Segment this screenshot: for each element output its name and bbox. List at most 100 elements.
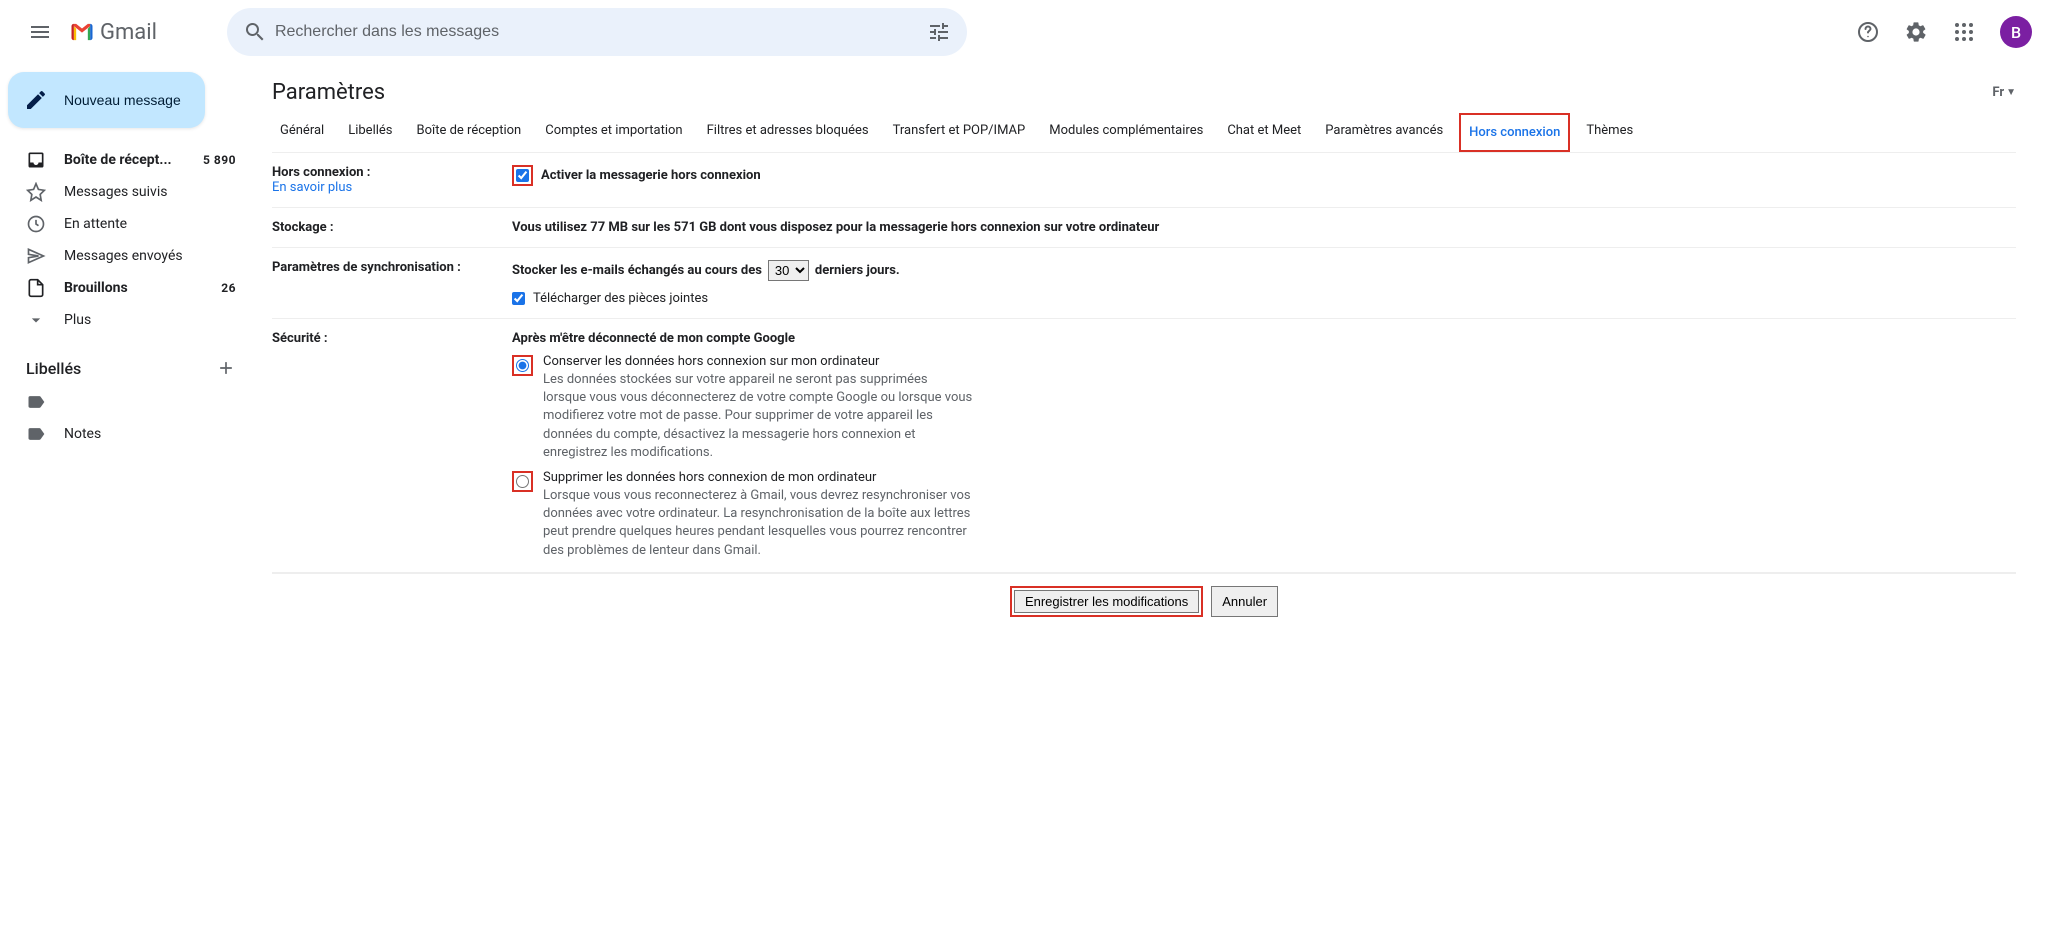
gear-icon — [1904, 20, 1928, 44]
search-bar — [227, 8, 967, 56]
delete-data-radio[interactable] — [516, 475, 529, 488]
sidebar-item-star[interactable]: Messages suivis — [0, 176, 248, 208]
tab-filtres-et-adresses-bloqu-es[interactable]: Filtres et adresses bloquées — [699, 113, 877, 152]
tab-transfert-et-pop-imap[interactable]: Transfert et POP/IMAP — [885, 113, 1034, 152]
highlight-box — [512, 165, 533, 186]
sidebar-item-label: Brouillons — [64, 280, 221, 296]
section-offline: Hors connexion : En savoir plus Activer … — [272, 153, 2016, 208]
locale-label: Fr — [1992, 85, 2004, 100]
main-content: Paramètres Fr ▼ GénéralLibellésBoîte de … — [256, 64, 2048, 641]
label-item[interactable] — [0, 386, 248, 418]
tab-g-n-ral[interactable]: Général — [272, 113, 332, 152]
inbox-icon — [26, 150, 46, 170]
locale-selector[interactable]: Fr ▼ — [1992, 85, 2016, 100]
page-title: Paramètres — [272, 80, 385, 105]
star-icon — [26, 182, 46, 202]
sync-label: Paramètres de synchronisation : — [272, 260, 512, 306]
download-attachments-label: Télécharger des pièces jointes — [533, 291, 708, 306]
sidebar-item-file[interactable]: Brouillons26 — [0, 272, 248, 304]
compose-label: Nouveau message — [64, 92, 181, 108]
tab-hors-connexion[interactable]: Hors connexion — [1459, 113, 1570, 152]
gmail-icon — [68, 18, 96, 46]
sidebar-item-clock[interactable]: En attente — [0, 208, 248, 240]
search-options-button[interactable] — [919, 12, 959, 52]
section-sync: Paramètres de synchronisation : Stocker … — [272, 248, 2016, 319]
search-input[interactable] — [275, 23, 919, 41]
button-row: Enregistrer les modifications Annuler — [272, 573, 2016, 641]
plus-icon — [216, 358, 236, 378]
tab-comptes-et-importation[interactable]: Comptes et importation — [537, 113, 690, 152]
pencil-icon — [24, 88, 48, 112]
sidebar-item-label: Plus — [64, 312, 236, 328]
sync-pre-text: Stocker les e-mails échangés au cours de… — [512, 263, 762, 278]
sync-days-select[interactable]: 30 — [768, 260, 809, 281]
sidebar: Nouveau message Boîte de récept...5 890 M… — [0, 64, 256, 641]
menu-icon — [28, 20, 52, 44]
sidebar-item-label: En attente — [64, 216, 236, 232]
security-heading: Après m'être déconnecté de mon compte Go… — [512, 331, 2016, 346]
header-actions: B — [1848, 12, 2032, 52]
caret-down-icon: ▼ — [2006, 87, 2016, 98]
tab-chat-et-meet[interactable]: Chat et Meet — [1219, 113, 1309, 152]
offline-label: Hors connexion : — [272, 165, 370, 180]
chevron-down-icon — [26, 310, 46, 330]
cancel-button[interactable]: Annuler — [1211, 586, 1278, 617]
keep-data-desc: Les données stockées sur votre appareil … — [543, 371, 973, 462]
label-item[interactable]: Notes — [0, 418, 248, 450]
highlight-box — [512, 471, 533, 492]
sidebar-item-send[interactable]: Messages envoyés — [0, 240, 248, 272]
search-button[interactable] — [235, 12, 275, 52]
save-button[interactable]: Enregistrer les modifications — [1014, 590, 1199, 613]
sidebar-item-chevron-down[interactable]: Plus — [0, 304, 248, 336]
sync-post-text: derniers jours. — [815, 263, 900, 278]
sidebar-item-count: 26 — [221, 281, 236, 295]
tab-th-mes[interactable]: Thèmes — [1578, 113, 1641, 152]
highlight-box — [512, 355, 533, 376]
download-attachments-checkbox[interactable] — [512, 292, 525, 305]
labels-heading: Libellés — [26, 359, 81, 378]
storage-label: Stockage : — [272, 220, 512, 235]
settings-button[interactable] — [1896, 12, 1936, 52]
label-item-text: Notes — [64, 426, 236, 442]
gmail-text: Gmail — [100, 20, 157, 45]
settings-tabs: GénéralLibellésBoîte de réceptionComptes… — [272, 113, 2016, 153]
enable-offline-checkbox[interactable] — [516, 169, 529, 182]
delete-data-title: Supprimer les données hors connexion de … — [543, 470, 973, 485]
apps-icon — [1952, 20, 1976, 44]
account-avatar[interactable]: B — [2000, 16, 2032, 48]
keep-data-title: Conserver les données hors connexion sur… — [543, 354, 973, 369]
help-icon — [1856, 20, 1880, 44]
learn-more-link[interactable]: En savoir plus — [272, 180, 352, 195]
send-icon — [26, 246, 46, 266]
section-security: Sécurité : Après m'être déconnecté de mo… — [272, 319, 2016, 573]
tab-modules-compl-mentaires[interactable]: Modules complémentaires — [1041, 113, 1211, 152]
tab-param-tres-avanc-s[interactable]: Paramètres avancés — [1317, 113, 1451, 152]
support-button[interactable] — [1848, 12, 1888, 52]
sidebar-item-label: Messages envoyés — [64, 248, 236, 264]
delete-data-desc: Lorsque vous vous reconnecterez à Gmail,… — [543, 487, 973, 560]
label-icon — [26, 392, 46, 412]
tune-icon — [927, 20, 951, 44]
tab-libell-s[interactable]: Libellés — [340, 113, 400, 152]
section-storage: Stockage : Vous utilisez 77 MB sur les 5… — [272, 208, 2016, 248]
enable-offline-label: Activer la messagerie hors connexion — [541, 168, 761, 183]
sidebar-item-count: 5 890 — [203, 153, 236, 167]
sidebar-item-inbox[interactable]: Boîte de récept...5 890 — [0, 144, 248, 176]
security-label: Sécurité : — [272, 331, 512, 560]
highlight-box: Enregistrer les modifications — [1010, 586, 1203, 617]
label-icon — [26, 424, 46, 444]
clock-icon — [26, 214, 46, 234]
app-header: Gmail B — [0, 0, 2048, 64]
main-menu-button[interactable] — [16, 8, 64, 56]
sidebar-item-label: Boîte de récept... — [64, 152, 203, 168]
add-label-button[interactable] — [212, 354, 240, 382]
compose-button[interactable]: Nouveau message — [8, 72, 205, 128]
storage-text: Vous utilisez 77 MB sur les 571 GB dont … — [512, 220, 2016, 235]
sidebar-item-label: Messages suivis — [64, 184, 236, 200]
keep-data-radio[interactable] — [516, 359, 529, 372]
apps-button[interactable] — [1944, 12, 1984, 52]
gmail-logo[interactable]: Gmail — [68, 18, 157, 46]
file-icon — [26, 278, 46, 298]
tab-bo-te-de-r-ception[interactable]: Boîte de réception — [409, 113, 530, 152]
search-icon — [243, 20, 267, 44]
